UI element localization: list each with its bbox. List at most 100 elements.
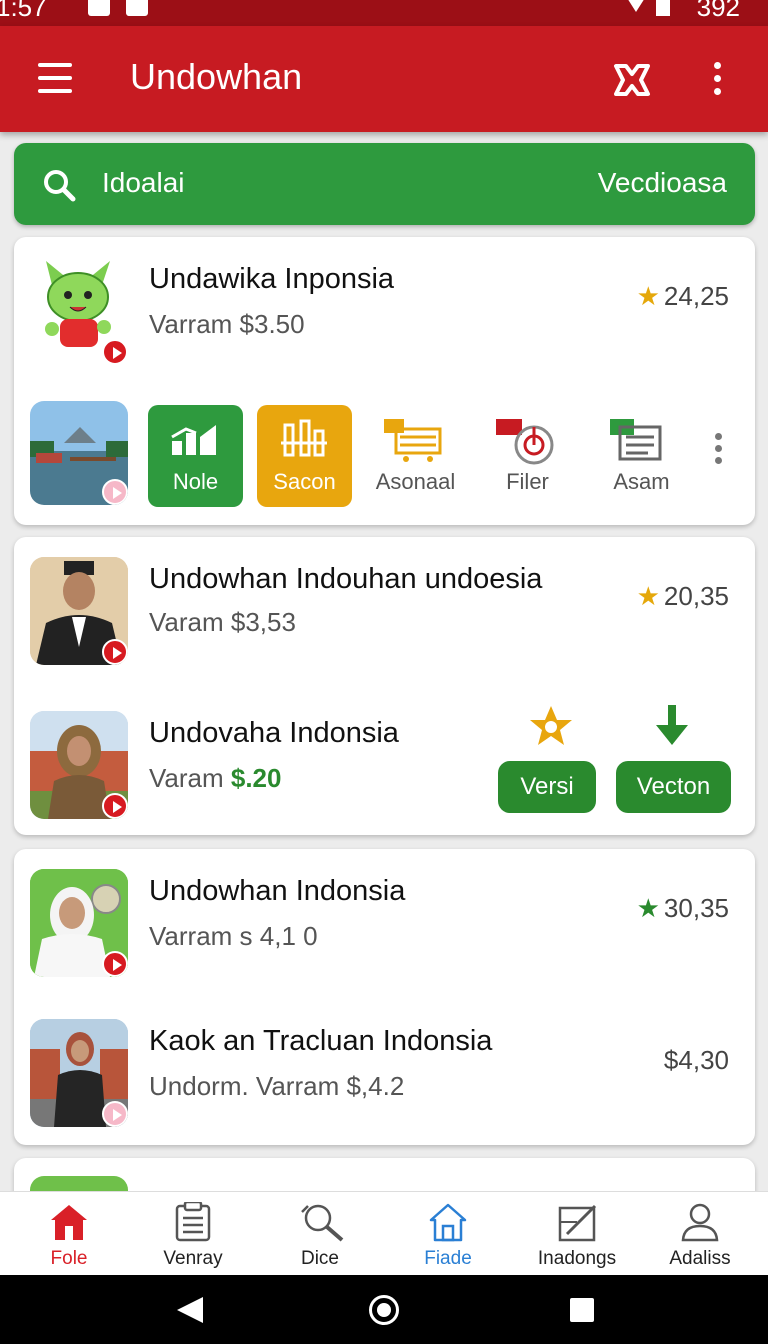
rating-value: 20,35 xyxy=(663,581,729,611)
search-input[interactable]: Idoalai xyxy=(102,167,185,199)
play-badge-icon xyxy=(102,793,128,819)
app-title: Undawika Inponsia xyxy=(149,263,395,295)
hamburger-icon[interactable] xyxy=(38,63,72,93)
star-icon: ★ xyxy=(636,281,660,311)
app-price: Varram $3.50 xyxy=(149,309,305,339)
search-filter-label[interactable]: Vecdioasa xyxy=(598,167,727,199)
app-card[interactable]: Undowhan Indonsia Varram s 4,1 0 ★ 30,35 … xyxy=(14,849,755,1145)
nav-label: Venray xyxy=(163,1248,223,1269)
play-badge-icon xyxy=(102,479,128,505)
avatar xyxy=(30,711,128,819)
versi-button[interactable]: Versi xyxy=(498,761,596,813)
list-item[interactable]: Kaok an Tracluan Indonsia Undorm. Varram… xyxy=(14,999,755,1145)
app-title: Undowhan Indouhan undoesia xyxy=(149,563,543,595)
app-price: Varam $.20 xyxy=(149,763,281,794)
price-value: $.20 xyxy=(230,763,282,793)
download-arrow-icon[interactable] xyxy=(652,703,692,749)
category-tile[interactable]: Sacon xyxy=(257,405,352,507)
nav-item-venray[interactable]: Venray xyxy=(138,1192,248,1276)
app-title: Undovaha Indonsia xyxy=(149,717,399,749)
status-time: 1:57 xyxy=(0,0,47,22)
category-label: Sacon xyxy=(273,469,336,494)
category-tile[interactable]: Filer xyxy=(480,405,575,507)
nav-label: Fole xyxy=(50,1248,88,1269)
nav-label: Adaliss xyxy=(669,1248,731,1269)
list-item[interactable]: Undowhan Indouhan undoesia Varam $3,53 ★… xyxy=(14,537,755,677)
category-label: Asam xyxy=(613,469,670,494)
kebab-icon[interactable] xyxy=(712,62,722,98)
price: $4,30 xyxy=(663,1045,729,1075)
list-item[interactable]: Undovaha Indonsia Varam $.20 Versi Vecto… xyxy=(14,687,755,835)
nav-item-fole[interactable]: Fole xyxy=(14,1192,124,1276)
nav-label: Dice xyxy=(300,1248,339,1269)
category-label: Nole xyxy=(172,469,219,494)
nav-label: Fiade xyxy=(424,1248,472,1269)
category-label: Filer xyxy=(506,469,549,494)
app-screen: 1:57 392 Undowhan Idoalai Vecdioasa Unda… xyxy=(0,0,768,1344)
category-tile[interactable]: Nole xyxy=(148,405,243,507)
document-icon xyxy=(610,419,662,461)
nav-label: Inadongs xyxy=(537,1248,617,1269)
system-navigation-bar xyxy=(0,1275,768,1344)
star-icon[interactable] xyxy=(528,703,574,749)
rating: ★ 30,35 xyxy=(637,893,729,924)
search-bar[interactable]: Idoalai Vecdioasa xyxy=(14,143,755,225)
category-label: Asonaal xyxy=(375,469,456,494)
app-title: Kaok an Tracluan Indonsia xyxy=(149,1025,493,1057)
chart-bars-icon xyxy=(171,425,216,455)
notification-icon xyxy=(88,0,110,16)
house-outline-icon xyxy=(429,1203,467,1242)
app-title: Undowhan Indonsia xyxy=(149,875,406,907)
star-icon: ★ xyxy=(636,581,660,611)
rating-value: 30,35 xyxy=(663,893,729,923)
play-badge-icon xyxy=(102,339,128,365)
price-prefix: Varam xyxy=(149,763,231,793)
vecton-button[interactable]: Vecton xyxy=(616,761,731,813)
play-badge-icon xyxy=(102,1101,128,1127)
search-tool-icon xyxy=(301,1204,344,1242)
rating-value: 24,25 xyxy=(663,281,729,311)
battery-level: 392 xyxy=(696,0,740,22)
mascot-thumbnail[interactable] xyxy=(30,257,128,365)
app-price: Varam $3,53 xyxy=(149,607,296,637)
nav-item-adaliss[interactable]: Adaliss xyxy=(645,1192,755,1276)
nav-item-fiade[interactable]: Fiade xyxy=(393,1192,503,1276)
recent-apps-icon[interactable] xyxy=(570,1298,594,1322)
more-categories-icon[interactable] xyxy=(714,433,722,469)
cart-icon xyxy=(384,419,442,462)
wifi-icon xyxy=(622,0,650,12)
nav-item-dice[interactable]: Dice xyxy=(265,1192,375,1276)
star-icon: ★ xyxy=(636,893,660,923)
play-badge-icon xyxy=(102,639,128,665)
target-icon xyxy=(496,419,554,465)
category-tile[interactable]: Asam xyxy=(594,405,689,507)
home-button-icon[interactable] xyxy=(369,1295,399,1325)
signal-icon xyxy=(656,0,670,16)
home-icon xyxy=(51,1205,87,1240)
category-tile[interactable]: Asonaal xyxy=(368,405,463,507)
image-notification-icon xyxy=(126,0,148,16)
person-icon xyxy=(681,1203,719,1242)
back-icon[interactable] xyxy=(177,1297,203,1323)
app-price: Varram s 4,1 0 xyxy=(149,921,318,951)
status-bar: 1:57 392 xyxy=(0,0,768,26)
app-bar: Undowhan xyxy=(0,26,768,132)
list-item[interactable]: Undowhan Indonsia Varram s 4,1 0 ★ 30,35 xyxy=(14,849,755,995)
app-card[interactable]: Undowhan Indouhan undoesia Varam $3,53 ★… xyxy=(14,537,755,835)
search-icon xyxy=(44,170,76,202)
rating: ★ 20,35 xyxy=(637,581,729,612)
bank-icon xyxy=(281,419,327,457)
crossed-arrows-icon[interactable] xyxy=(612,60,652,100)
rating: ★ 24,25 xyxy=(637,281,729,312)
nav-item-inadongs[interactable]: Inadongs xyxy=(522,1192,632,1276)
bottom-navigation: Fole Venray Dice Fiade Inadongs Adaliss xyxy=(0,1191,768,1275)
list-icon xyxy=(175,1202,211,1242)
app-price: Undorm. Varram $,4.2 xyxy=(149,1071,405,1101)
avatar xyxy=(30,869,128,977)
avatar xyxy=(30,1019,128,1127)
edit-icon xyxy=(558,1204,597,1242)
avatar xyxy=(30,557,128,665)
app-title: Undowhan xyxy=(130,56,303,97)
lake-thumbnail[interactable] xyxy=(30,401,128,505)
app-card[interactable]: Undawika Inponsia Varram $3.50 ★ 24,25 No… xyxy=(14,237,755,525)
